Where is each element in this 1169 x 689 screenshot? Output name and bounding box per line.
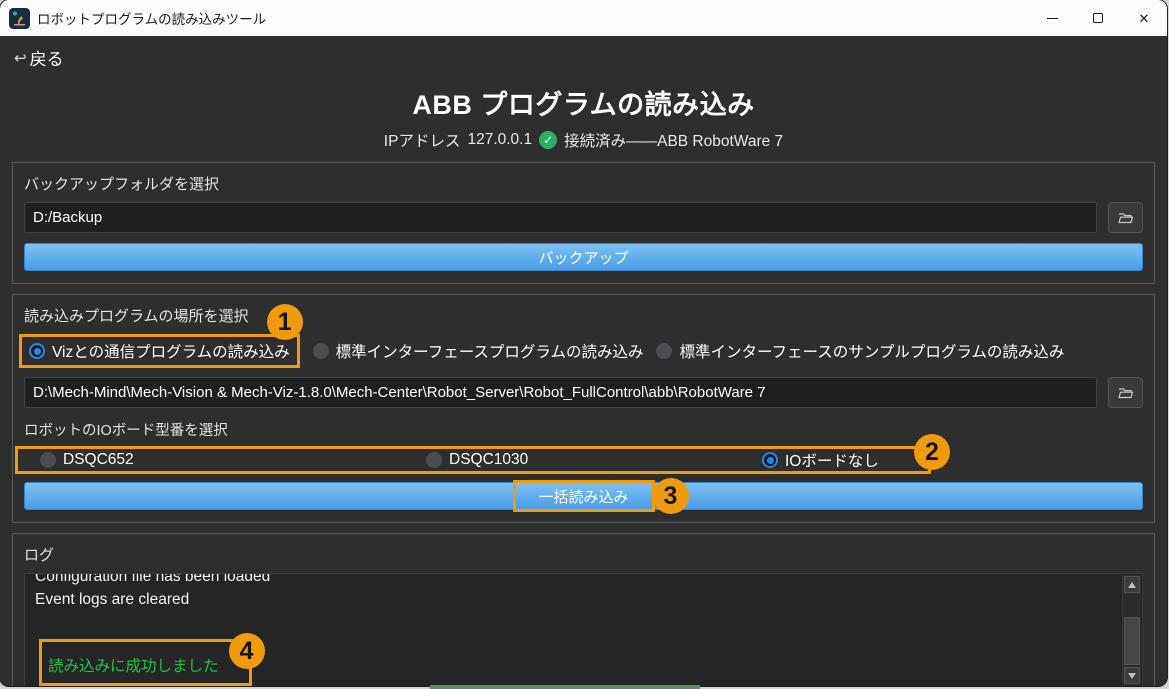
scroll-down-button[interactable]: [1124, 667, 1140, 684]
log-success-message: 読み込みに成功しました: [48, 658, 219, 675]
program-path-input[interactable]: [24, 377, 1097, 408]
radio-label: 標準インターフェースプログラムの読み込み: [336, 340, 644, 362]
log-scrollbar[interactable]: [1122, 575, 1141, 685]
arrow-down-icon: [1128, 673, 1136, 679]
program-browse-button[interactable]: [1108, 377, 1143, 408]
back-button[interactable]: ↩ 戻る: [14, 45, 64, 70]
radio-icon: [313, 343, 329, 359]
connected-check-icon: ✓: [539, 131, 557, 149]
backup-panel: バックアップフォルダを選択 バックアップ: [12, 162, 1155, 284]
program-location-options: Vizとの通信プログラムの読み込み 1 標準インターフェースプログラムの読み込み…: [24, 334, 1143, 368]
ip-value: 127.0.0.1: [467, 131, 532, 149]
radio-icon: [40, 452, 56, 468]
annotation-badge-4: 4: [229, 633, 265, 669]
status-text: 接続済み——ABB RobotWare 7: [564, 129, 783, 151]
radio-standard-interface-sample-program[interactable]: 標準インターフェースのサンプルプログラムの読み込み: [656, 340, 1064, 362]
backup-path-row: [24, 202, 1143, 233]
page-title: ABB プログラムの読み込み: [0, 83, 1167, 122]
radio-label: IOボードなし: [785, 449, 879, 471]
io-board-options: DSQC652 DSQC1030 IOボードなし 2: [15, 446, 931, 474]
log-output[interactable]: Configuration file has been loaded Event…: [24, 573, 1143, 686]
radio-no-io-board[interactable]: IOボードなし: [762, 449, 879, 471]
minimize-button[interactable]: [1029, 0, 1075, 36]
annotation-badge-3: 3: [653, 478, 689, 514]
close-button[interactable]: ✕: [1121, 0, 1167, 36]
backup-button[interactable]: バックアップ: [24, 243, 1143, 271]
load-button-row: 一括読み込み 3: [24, 482, 1143, 510]
maximize-icon: [1093, 13, 1103, 23]
radio-icon: [426, 452, 442, 468]
scrollbar-thumb[interactable]: [1124, 617, 1140, 665]
connection-status: IPアドレス 127.0.0.1 ✓ 接続済み——ABB RobotWare 7: [0, 129, 1167, 151]
program-location-label: 読み込みプログラムの場所を選択: [24, 305, 1143, 326]
log-label: ログ: [24, 544, 1143, 565]
log-panel: ログ Configuration file has been loaded Ev…: [12, 533, 1155, 686]
program-path-row: [24, 377, 1143, 408]
close-icon: ✕: [1139, 12, 1150, 25]
program-panel: 読み込みプログラムの場所を選択 Vizとの通信プログラムの読み込み 1 標準イン…: [12, 294, 1155, 523]
minimize-icon: [1047, 18, 1058, 19]
app-window: ロボットプログラムの読み込みツール ✕ ↩ 戻る ABB プログラムの読み込み …: [0, 0, 1167, 686]
main-content: ↩ 戻る ABB プログラムの読み込み IPアドレス 127.0.0.1 ✓ 接…: [0, 36, 1167, 686]
log-line: Configuration file has been loaded: [35, 573, 1112, 588]
radio-viz-program[interactable]: Vizとの通信プログラムの読み込み 1: [19, 334, 300, 368]
radio-standard-interface-program[interactable]: 標準インターフェースプログラムの読み込み: [313, 340, 644, 362]
log-line: [35, 611, 1112, 634]
backup-folder-label: バックアップフォルダを選択: [24, 173, 1143, 194]
radio-dsqc652[interactable]: DSQC652: [40, 451, 134, 469]
title-bar: ロボットプログラムの読み込みツール ✕: [0, 0, 1167, 36]
folder-icon: [1117, 211, 1134, 225]
backup-path-input[interactable]: [24, 202, 1097, 233]
radio-icon: [29, 343, 45, 359]
annotation-badge-2: 2: [914, 434, 950, 470]
radio-label: Vizとの通信プログラムの読み込み: [52, 340, 290, 362]
scroll-up-button[interactable]: [1124, 576, 1140, 593]
io-board-label: ロボットのIOボード型番を選択: [24, 419, 1143, 440]
taskbar-peek: [430, 685, 700, 689]
radio-label: 標準インターフェースのサンプルプログラムの読み込み: [679, 340, 1064, 362]
back-label: 戻る: [30, 45, 64, 70]
annotation-badge-1: 1: [267, 304, 303, 340]
back-arrow-icon: ↩: [14, 49, 27, 67]
annotation-box-4: 読み込みに成功しました 4: [39, 639, 252, 686]
maximize-button[interactable]: [1075, 0, 1121, 36]
batch-load-button[interactable]: 一括読み込み: [24, 482, 1143, 510]
app-logo-icon: [9, 8, 30, 29]
radio-label: DSQC1030: [449, 451, 528, 469]
log-line: Event logs are cleared: [35, 588, 1112, 611]
radio-icon: [656, 343, 672, 359]
window-controls: ✕: [1029, 0, 1167, 36]
backup-browse-button[interactable]: [1108, 202, 1143, 233]
arrow-up-icon: [1128, 582, 1136, 588]
ip-label: IPアドレス: [384, 129, 461, 151]
radio-dsqc1030[interactable]: DSQC1030: [426, 451, 528, 469]
window-title: ロボットプログラムの読み込みツール: [37, 8, 1029, 28]
radio-label: DSQC652: [63, 451, 134, 469]
folder-icon: [1117, 386, 1134, 400]
radio-icon: [762, 452, 778, 468]
